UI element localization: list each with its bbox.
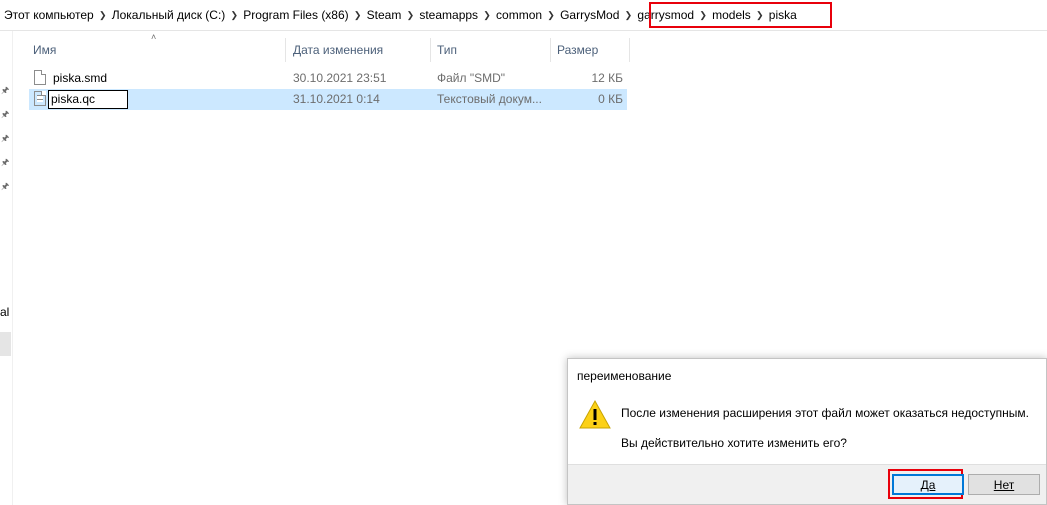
column-header-type[interactable]: Тип (437, 38, 457, 62)
file-type: Файл "SMD" (437, 71, 506, 85)
dialog-question: Вы действительно хотите изменить его? (621, 436, 847, 450)
navigation-pane[interactable]: 🖈 🖈 🖈 🖈 🖈 (0, 31, 13, 505)
sort-ascending-icon: ˄ (151, 32, 157, 42)
file-row[interactable]: piska.smd 30.10.2021 23:51 Файл "SMD" 12… (29, 68, 627, 89)
chevron-right-icon[interactable]: ❯ (353, 0, 363, 30)
pin-icon: 🖈 (1, 133, 10, 143)
rename-confirm-dialog: переименование После изменения расширени… (567, 358, 1047, 505)
chevron-right-icon[interactable]: ❯ (405, 0, 415, 30)
chevron-right-icon[interactable]: ❯ (229, 0, 239, 30)
file-date: 31.10.2021 0:14 (293, 92, 380, 106)
breadcrumb-steam[interactable]: Steam (363, 0, 406, 30)
file-icon (34, 70, 46, 85)
file-size: 0 КБ (598, 92, 623, 106)
file-type: Текстовый докум... (437, 92, 542, 106)
file-row-selected[interactable]: piska.qc 31.10.2021 0:14 Текстовый докум… (29, 89, 627, 110)
file-date: 30.10.2021 23:51 (293, 71, 387, 85)
file-name[interactable]: piska.smd (53, 68, 107, 89)
text-file-icon (34, 91, 46, 106)
dialog-title: переименование (577, 369, 672, 383)
column-divider[interactable] (430, 38, 431, 62)
column-divider[interactable] (285, 38, 286, 62)
chevron-right-icon[interactable]: ❯ (98, 0, 108, 30)
rename-input[interactable]: piska.qc (48, 90, 128, 109)
pin-icon: 🖈 (1, 157, 10, 167)
column-divider[interactable] (629, 38, 630, 62)
pin-icon: 🖈 (1, 85, 10, 95)
pin-icon: 🖈 (1, 109, 10, 119)
dialog-footer: Да Нет (568, 464, 1046, 504)
column-header-name[interactable]: Имя (33, 38, 56, 62)
breadcrumb-program-files[interactable]: Program Files (x86) (239, 0, 352, 30)
path-highlight-box (649, 2, 832, 28)
nav-item-selected[interactable] (0, 332, 11, 356)
chevron-right-icon[interactable]: ❯ (482, 0, 492, 30)
column-header-size[interactable]: Размер (557, 38, 598, 62)
yes-button[interactable]: Да (892, 474, 964, 495)
breadcrumb-this-pc[interactable]: Этот компьютер (0, 0, 98, 30)
breadcrumb-steamapps[interactable]: steamapps (415, 0, 482, 30)
breadcrumb-garrysmod-root[interactable]: GarrysMod (556, 0, 623, 30)
warning-icon (579, 399, 611, 429)
chevron-right-icon[interactable]: ❯ (546, 0, 556, 30)
breadcrumb-common[interactable]: common (492, 0, 546, 30)
no-button[interactable]: Нет (968, 474, 1040, 495)
column-header-date[interactable]: Дата изменения (293, 38, 383, 62)
file-size: 12 КБ (591, 71, 623, 85)
dialog-message: После изменения расширения этот файл мож… (621, 406, 1029, 420)
column-divider[interactable] (550, 38, 551, 62)
nav-item-label[interactable]: al (0, 305, 9, 319)
chevron-right-icon[interactable]: ❯ (623, 0, 633, 30)
breadcrumb-local-disk[interactable]: Локальный диск (C:) (108, 0, 230, 30)
pin-icon: 🖈 (1, 181, 10, 191)
address-bar[interactable]: Этот компьютер ❯ Локальный диск (C:) ❯ P… (0, 0, 1047, 31)
